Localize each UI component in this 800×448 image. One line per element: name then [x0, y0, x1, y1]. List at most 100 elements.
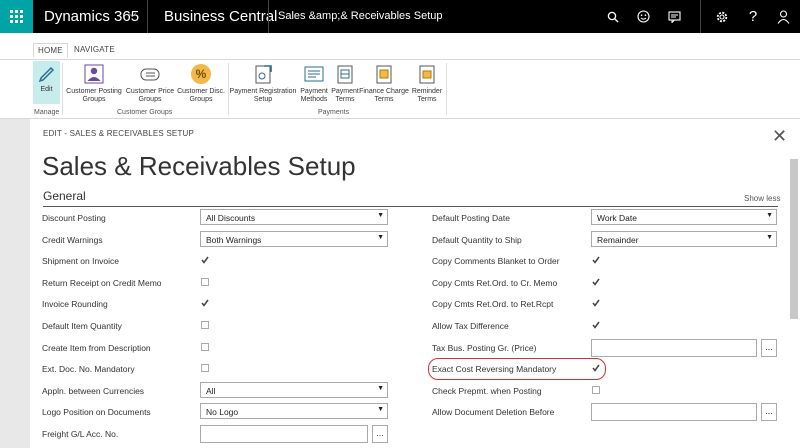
customer-disc-groups-button[interactable]: % Customer Disc. Groups: [176, 63, 226, 104]
lookup-button[interactable]: ...: [761, 338, 777, 357]
divider: [43, 206, 778, 207]
gear-icon[interactable]: [707, 0, 737, 33]
dropdown-value: Both Warnings: [206, 234, 262, 245]
field-row-default-posting-date: Default Posting Date Work Date ▼: [432, 209, 782, 227]
field-row-appln-between-currencies: Appln. between Currencies All ▼: [42, 381, 402, 400]
group-label-payments: Payments: [318, 109, 350, 116]
edit-header: EDIT - SALES & RECEIVABLES SETUP: [43, 129, 195, 138]
app-launcher-icon[interactable]: [0, 0, 33, 33]
divider: [62, 63, 63, 115]
tab-navigate[interactable]: NAVIGATE: [74, 45, 115, 54]
customer-posting-groups-button[interactable]: Customer Posting Groups: [65, 63, 123, 104]
edit-label: Edit: [40, 86, 53, 93]
field-label: Ext. Doc. No. Mandatory: [42, 364, 135, 375]
field-label: Allow Tax Difference: [432, 321, 509, 331]
divider: [700, 0, 701, 33]
checkbox-check-prepmt-when-posting[interactable]: [592, 385, 600, 394]
field-row-return-receipt-on-credit-memo: Return Receipt on Credit Memo: [42, 274, 402, 292]
field-label: Logo Position on Documents: [42, 407, 151, 418]
field-label: Appln. between Currencies: [42, 385, 145, 396]
reminder-terms-label: Reminder Terms: [411, 88, 443, 103]
search-icon[interactable]: [598, 0, 628, 33]
edit-button[interactable]: Edit: [33, 61, 60, 104]
notifications-icon[interactable]: [659, 0, 689, 33]
field-row-default-quantity-to-ship: Default Quantity to Ship Remainder ▼: [432, 230, 782, 249]
dropdown-value: No Logo: [206, 407, 239, 418]
payment-terms-label: Payment Terms: [331, 88, 359, 103]
field-row-copy-cmts-ret-ord-to-cr-memo: Copy Cmts Ret.Ord. to Cr. Memo: [432, 274, 782, 292]
checkbox-shipment-on-invoice[interactable]: [201, 256, 209, 264]
percent-icon: %: [190, 63, 212, 85]
dropdown-arrow-icon: ▼: [377, 233, 384, 241]
field-label: Tax Bus. Posting Gr. (Price): [432, 342, 537, 353]
top-bar: Dynamics 365 ⌵ Business Central Sales &a…: [0, 0, 800, 33]
pencil-icon: [36, 61, 58, 83]
product-name[interactable]: Business Central: [164, 8, 277, 25]
field-label: Copy Comments Blanket to Order: [432, 256, 560, 267]
checkbox-return-receipt-on-credit-memo[interactable]: [201, 277, 209, 286]
field-label: Allow Document Deletion Before: [432, 407, 555, 418]
field-label: Invoice Rounding: [42, 299, 108, 310]
dropdown-discount-posting[interactable]: All Discounts ▼: [200, 209, 388, 225]
smiley-icon[interactable]: [628, 0, 658, 33]
reminder-terms-button[interactable]: Reminder Terms: [411, 63, 443, 104]
field-row-default-item-quantity: Default Item Quantity: [42, 317, 402, 335]
card-panel: EDIT - SALES & RECEIVABLES SETUP ✕ Sales…: [30, 119, 800, 448]
price-tag-icon: [139, 63, 161, 85]
field-row-invoice-rounding: Invoice Rounding: [42, 295, 402, 313]
scrollbar[interactable]: [790, 159, 798, 319]
checkbox-create-item-from-description[interactable]: [201, 342, 209, 351]
divider: [268, 0, 269, 33]
dropdown-credit-warnings[interactable]: Both Warnings ▼: [200, 230, 388, 247]
checkbox-ext-doc-no-mandatory[interactable]: [201, 364, 209, 373]
divider: [0, 59, 800, 60]
field-row-copy-comments-blanket-to-order: Copy Comments Blanket to Order: [432, 252, 782, 270]
customer-posting-groups-label: Customer Posting Groups: [66, 88, 122, 103]
show-less-link[interactable]: Show less: [744, 194, 780, 203]
payment-methods-button[interactable]: Payment Methods: [297, 63, 331, 104]
field-row-allow-document-deletion-before: Allow Document Deletion Before...: [432, 403, 782, 422]
dropdown-arrow-icon: ▼: [377, 406, 384, 414]
dropdown-logo-position-on-documents[interactable]: No Logo ▼: [200, 403, 388, 420]
field-row-tax-bus-posting-gr-price: Tax Bus. Posting Gr. (Price)...: [432, 338, 782, 357]
field-label: Check Prepmt. when Posting: [432, 385, 542, 396]
tab-home[interactable]: HOME: [33, 43, 68, 58]
close-icon[interactable]: ✕: [772, 127, 787, 145]
help-icon[interactable]: ?: [738, 0, 768, 33]
dropdown-default-quantity-to-ship[interactable]: Remainder ▼: [591, 230, 777, 247]
text-input-freight-g-l-acc-no[interactable]: [200, 425, 368, 443]
field-row-credit-warnings: Credit Warnings Both Warnings ▼: [42, 230, 402, 249]
checkbox-copy-cmts-ret-ord-to-ret-rcpt[interactable]: [592, 299, 600, 308]
field-row-logo-position-on-documents: Logo Position on Documents No Logo ▼: [42, 403, 402, 421]
lookup-button[interactable]: ...: [761, 403, 777, 422]
brand-name[interactable]: Dynamics 365: [44, 8, 139, 25]
chevron-down-icon[interactable]: ⌵: [128, 8, 136, 21]
lookup-button[interactable]: ...: [372, 425, 388, 443]
divider: [147, 0, 148, 33]
customer-price-groups-button[interactable]: Customer Price Groups: [124, 63, 176, 104]
dropdown-default-posting-date[interactable]: Work Date ▼: [591, 209, 777, 225]
ribbon: HOME NAVIGATE Edit Manage Customer Posti…: [0, 33, 800, 119]
checkbox-copy-comments-blanket-to-order[interactable]: [592, 256, 600, 264]
dropdown-value: Work Date: [597, 213, 637, 223]
dropdown-arrow-icon: ▼: [377, 212, 384, 219]
customer-price-groups-label: Customer Price Groups: [125, 88, 175, 103]
payment-methods-icon: [303, 63, 325, 85]
payment-registration-setup-button[interactable]: Payment Registration Setup: [229, 63, 297, 104]
checkbox-allow-tax-difference[interactable]: [592, 321, 600, 329]
group-label-manage: Manage: [34, 109, 60, 116]
text-input-allow-document-deletion-before[interactable]: [591, 403, 757, 422]
checkbox-copy-cmts-ret-ord-to-cr-memo[interactable]: [592, 278, 600, 286]
user-icon[interactable]: [768, 0, 798, 33]
field-label: Freight G/L Acc. No.: [42, 429, 119, 439]
finance-charge-terms-button[interactable]: Finance Charge Terms: [359, 63, 409, 104]
field-label: Credit Warnings: [42, 234, 103, 245]
section-heading-general[interactable]: General: [43, 189, 86, 203]
payment-registration-setup-label: Payment Registration Setup: [229, 88, 297, 103]
checkbox-invoice-rounding[interactable]: [201, 299, 209, 308]
payment-terms-button[interactable]: Payment Terms: [331, 63, 359, 104]
field-label: Discount Posting: [42, 213, 106, 223]
text-input-tax-bus-posting-gr-price[interactable]: [591, 338, 757, 357]
checkbox-default-item-quantity[interactable]: [201, 321, 209, 329]
dropdown-appln-between-currencies[interactable]: All ▼: [200, 381, 388, 398]
